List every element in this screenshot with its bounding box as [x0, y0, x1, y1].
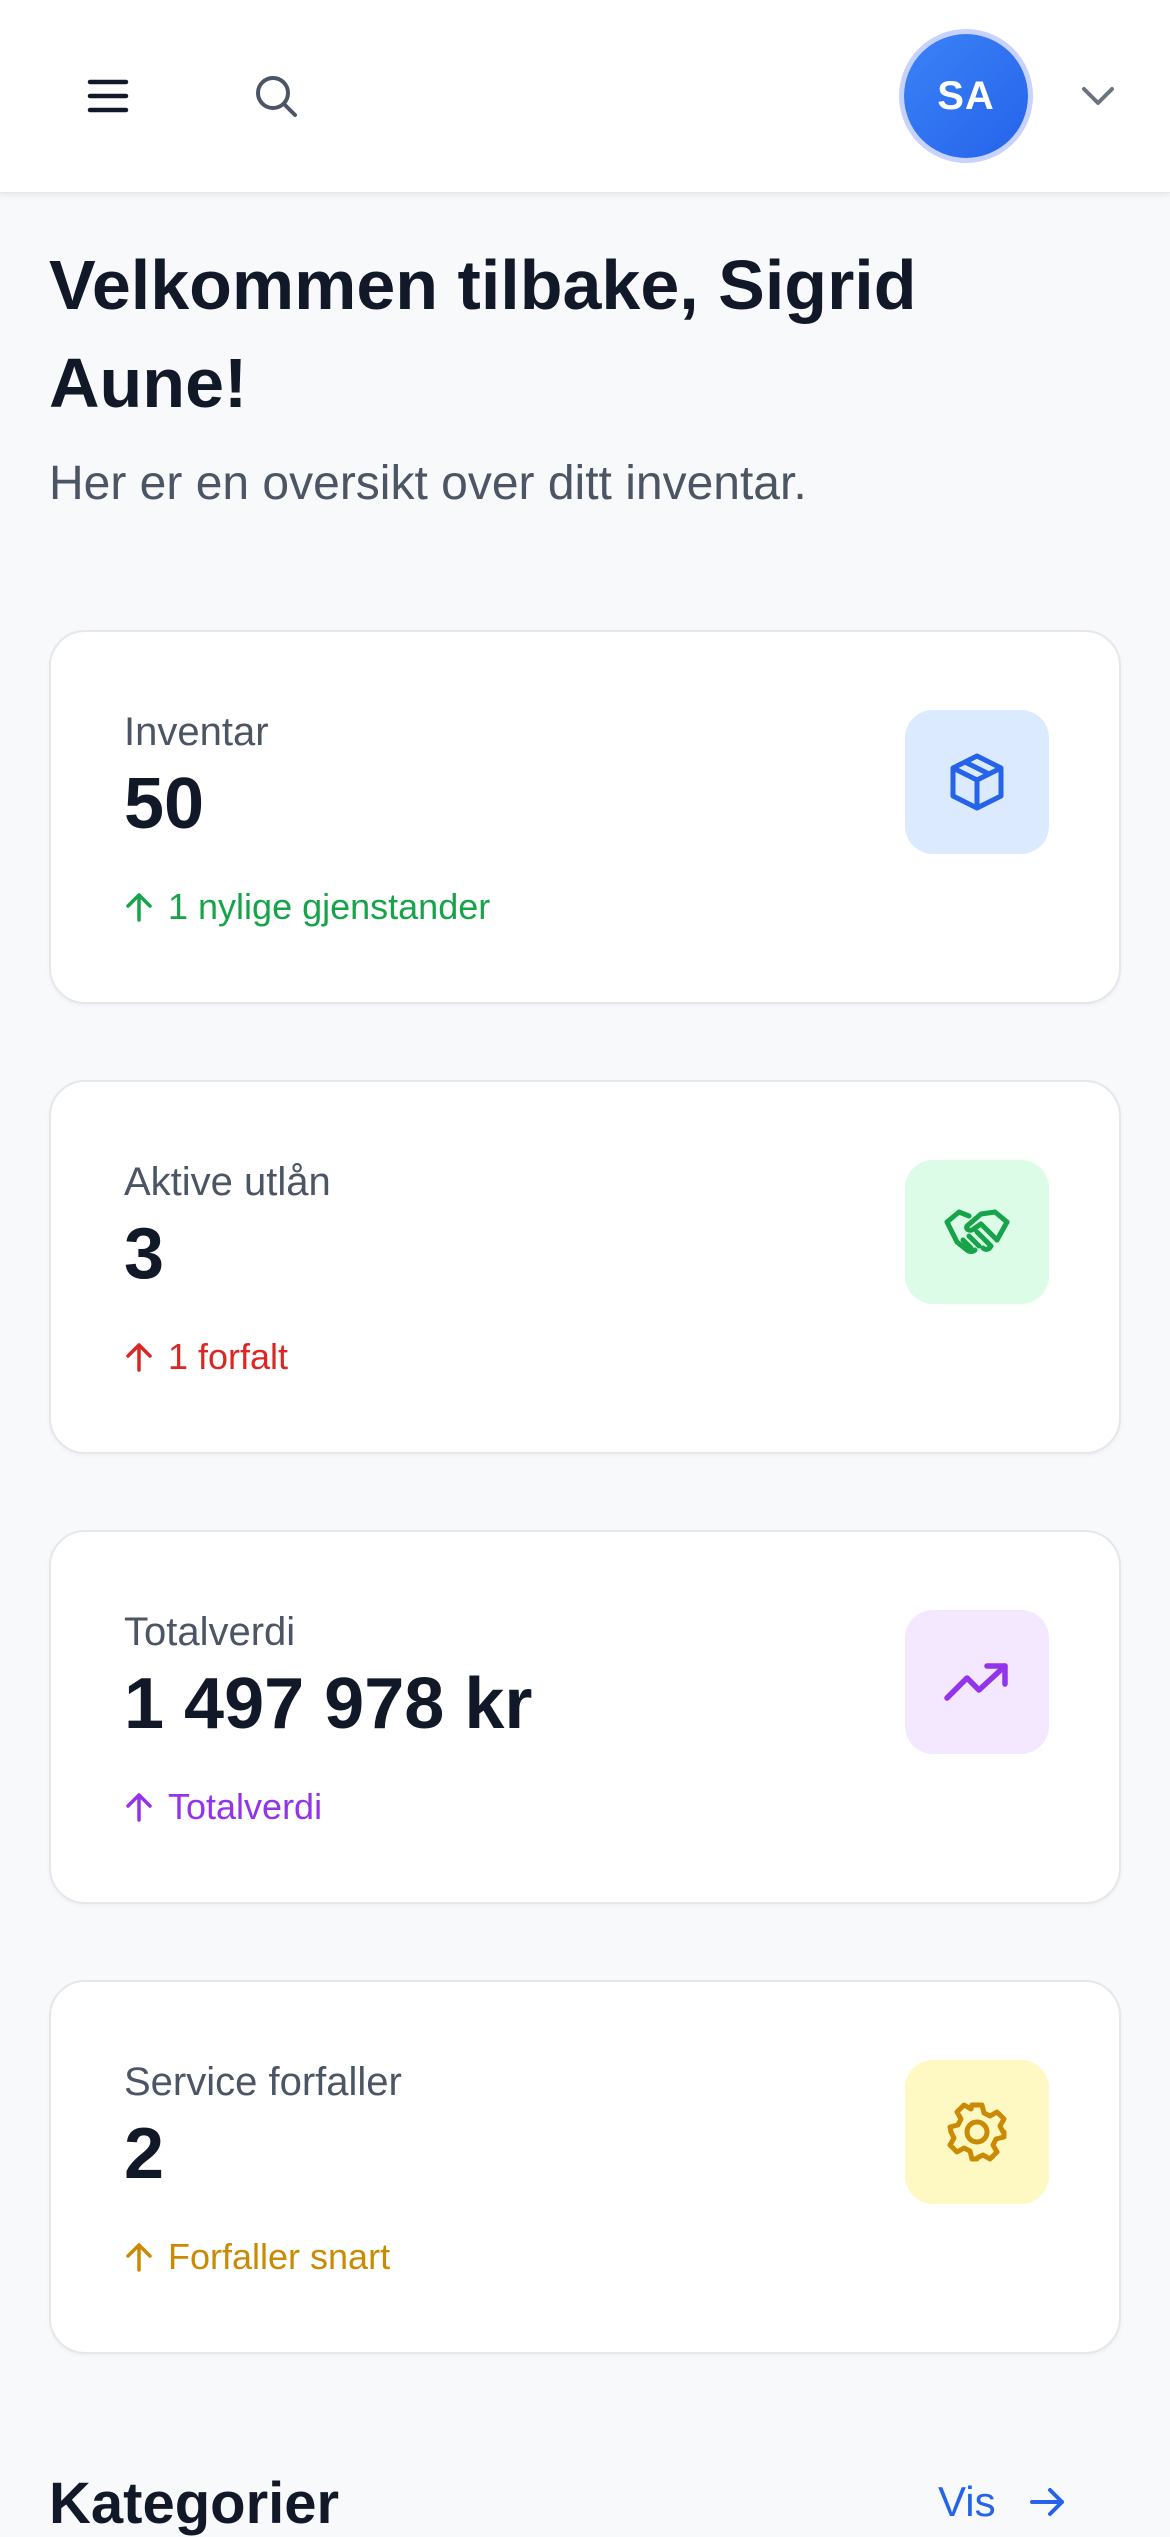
search-icon	[256, 76, 297, 117]
stat-value: 50	[124, 764, 205, 844]
user-menu-toggle[interactable]	[1050, 48, 1146, 144]
stat-trend: 1 forfalt	[124, 1336, 288, 1378]
search-button[interactable]	[228, 48, 324, 144]
trending-up-icon	[944, 1663, 1008, 1701]
arrow-up-icon	[126, 2243, 152, 2272]
stat-label: Aktive utlån	[124, 1160, 331, 1204]
stat-value: 1 497 978 kr	[124, 1664, 533, 1744]
stat-trend-text: Totalverdi	[168, 1786, 323, 1827]
arrow-right-icon	[1029, 2488, 1064, 2516]
chevron-down-icon	[1082, 87, 1114, 105]
top-bar: SA	[0, 0, 1170, 193]
view-all-label: Vis	[938, 2478, 996, 2525]
gear-icon	[947, 2102, 1007, 2162]
menu-icon	[87, 79, 129, 113]
stat-card-inventory[interactable]: Inventar 50 1 nylige gjenstander	[49, 630, 1121, 1004]
arrow-up-icon	[126, 1793, 152, 1822]
stat-label: Totalverdi	[124, 1610, 296, 1654]
stat-icon-tile	[905, 2060, 1049, 2204]
stat-icon-tile	[905, 1610, 1049, 1754]
user-avatar[interactable]: SA	[904, 34, 1028, 158]
handshake-icon	[944, 1209, 1010, 1254]
arrow-up-icon	[126, 893, 152, 922]
stat-trend: Totalverdi	[124, 1786, 322, 1828]
stat-icon-tile	[905, 1160, 1049, 1304]
stat-value: 2	[124, 2114, 165, 2194]
stat-value: 3	[124, 1214, 165, 1294]
stat-trend-text: 1 nylige gjenstander	[168, 886, 491, 927]
stat-icon-tile	[905, 710, 1049, 854]
section-title-categories: Kategorier	[49, 2471, 340, 2536]
stat-trend-text: 1 forfalt	[168, 1336, 289, 1377]
stat-card-total-value[interactable]: Totalverdi 1 497 978 kr Totalverdi	[49, 1530, 1121, 1904]
stat-trend: Forfaller snart	[124, 2236, 390, 2278]
page-title: Velkommen tilbake, Sigrid Aune!	[49, 246, 917, 422]
page-subtitle: Her er en oversikt over ditt inventar.	[49, 457, 807, 510]
package-icon	[950, 753, 1004, 811]
stat-card-service-due[interactable]: Service forfaller 2 Forfaller snart	[49, 1980, 1121, 2354]
stat-trend-text: Forfaller snart	[168, 2236, 391, 2277]
stat-card-active-loans[interactable]: Aktive utlån 3 1 forfalt	[49, 1080, 1121, 1454]
stat-label: Service forfaller	[124, 2060, 402, 2104]
view-all-categories-link[interactable]: Vis	[938, 2478, 1068, 2526]
menu-button[interactable]	[60, 48, 156, 144]
arrow-up-icon	[126, 1343, 152, 1372]
stat-label: Inventar	[124, 710, 269, 754]
stat-trend: 1 nylige gjenstander	[124, 886, 490, 928]
